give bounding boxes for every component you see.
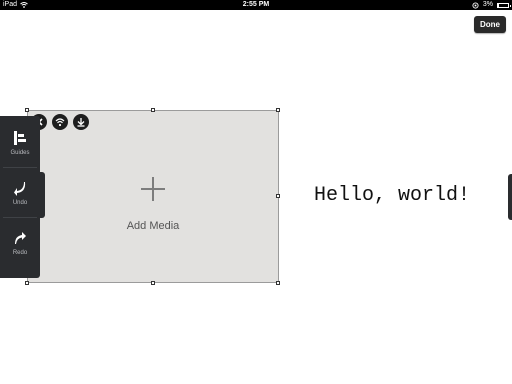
wifi-icon[interactable]: [52, 114, 68, 130]
undo-label: Undo: [12, 200, 28, 206]
undo-icon: [14, 182, 26, 196]
guides-label: Guides: [10, 150, 30, 156]
status-time: 2:55 PM: [242, 1, 270, 8]
redo-label: Redo: [12, 250, 28, 256]
redo-tool[interactable]: Redo: [0, 230, 40, 256]
redo-icon: [15, 232, 26, 244]
undo-tool[interactable]: Undo: [0, 180, 40, 206]
battery-percent: 3%: [482, 1, 493, 8]
download-icon[interactable]: [73, 114, 89, 130]
toolbar-collapse-tab[interactable]: [40, 172, 45, 218]
status-bar: iPad 2:55 PM 3%: [0, 0, 512, 10]
toolbar-divider: [3, 167, 37, 168]
resize-handle-top-center[interactable]: [151, 108, 155, 112]
resize-handle-top-right[interactable]: [276, 108, 280, 112]
done-button[interactable]: Done: [474, 16, 506, 33]
right-panel-tab[interactable]: [508, 174, 512, 220]
resize-handle-middle-right[interactable]: [276, 194, 280, 198]
add-media-label[interactable]: Add Media: [103, 220, 203, 232]
status-right: 3%: [472, 0, 511, 10]
resize-handle-bottom-left[interactable]: [25, 281, 29, 285]
guides-tool[interactable]: Guides: [0, 130, 40, 156]
orientation-lock-icon: [472, 1, 479, 9]
battery-icon: [497, 2, 511, 8]
toolbar-divider: [3, 217, 37, 218]
battery-level: [498, 3, 499, 7]
canvas-text[interactable]: Hello, world!: [314, 184, 470, 207]
guides-icon: [14, 131, 26, 145]
resize-handle-top-left[interactable]: [25, 108, 29, 112]
resize-handle-bottom-center[interactable]: [151, 281, 155, 285]
add-media-plus-icon[interactable]: [141, 177, 165, 201]
side-toolbar: Guides Undo Redo: [0, 116, 40, 278]
resize-handle-bottom-right[interactable]: [276, 281, 280, 285]
